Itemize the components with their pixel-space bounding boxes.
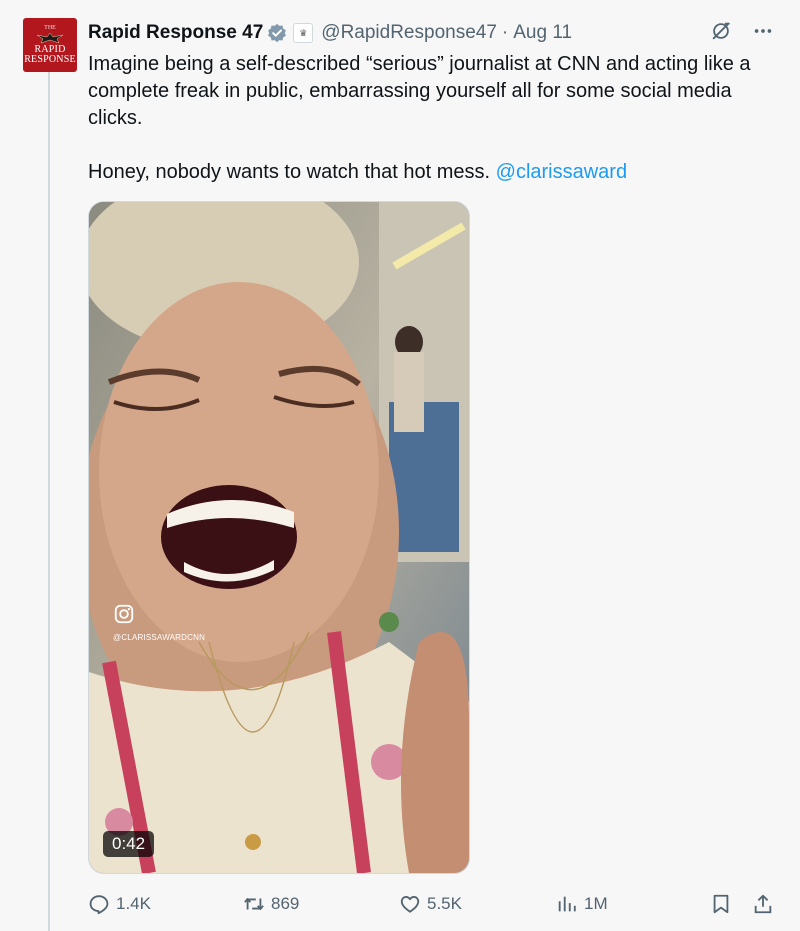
views-icon — [558, 896, 576, 912]
tweet-header: Rapid Response 47 ♛ @RapidResponse47 · A… — [88, 20, 780, 46]
avatar-text-line2: RESPONSE — [24, 54, 76, 65]
views-button[interactable]: 1M — [556, 893, 608, 915]
like-button[interactable]: 5.5K — [399, 893, 462, 915]
author-name[interactable]: Rapid Response 47 — [88, 22, 263, 44]
affiliate-badge-icon[interactable]: ♛ — [293, 23, 314, 43]
bookmark-icon — [713, 894, 729, 914]
header-separator: · — [501, 22, 509, 43]
video-duration: 0:42 — [103, 831, 155, 857]
repost-count: 869 — [271, 894, 300, 913]
eagle-logo-icon — [36, 32, 64, 44]
share-icon — [754, 894, 772, 914]
tweet-text: Imagine being a self-described “serious”… — [88, 51, 788, 186]
bookmark-button[interactable] — [710, 893, 732, 915]
instagram-icon — [114, 604, 134, 624]
avatar[interactable]: THE RAPID RESPONSE — [23, 18, 77, 72]
video-player[interactable]: @CLARISSAWARDCNN 0:42 — [88, 201, 470, 874]
views-count: 1M — [584, 894, 608, 913]
like-icon — [400, 896, 420, 913]
reply-icon — [89, 895, 109, 915]
verified-badge-icon[interactable] — [267, 23, 287, 43]
repost-button[interactable]: 869 — [243, 893, 299, 915]
share-button[interactable] — [752, 893, 774, 915]
author-handle[interactable]: @RapidResponse47 — [321, 22, 497, 44]
thread-line — [48, 72, 50, 931]
tweet-date[interactable]: Aug 11 — [513, 22, 572, 44]
video-overlay-handle: @CLARISSAWARDCNN — [113, 633, 206, 642]
grok-icon[interactable] — [710, 20, 732, 42]
top-actions — [710, 20, 774, 42]
reply-count: 1.4K — [116, 894, 151, 913]
reply-button[interactable]: 1.4K — [88, 893, 151, 915]
video-frame — [89, 202, 469, 873]
tweet-body: Imagine being a self-described “serious”… — [88, 53, 751, 183]
action-bar: 1.4K 869 5.5K 1M — [88, 890, 778, 918]
more-icon[interactable] — [752, 20, 774, 42]
like-count: 5.5K — [427, 894, 462, 913]
mention-link[interactable]: @clarissaward — [496, 161, 627, 183]
repost-icon — [244, 898, 264, 910]
